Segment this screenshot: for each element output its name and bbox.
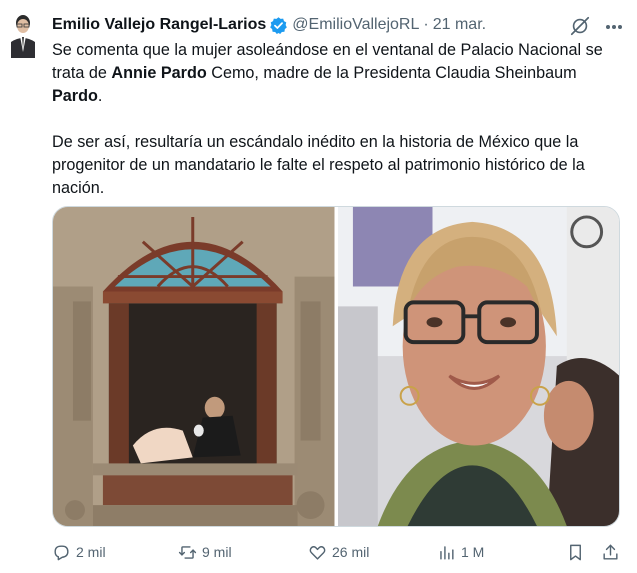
tweet-header: Emilio Vallejo Rangel-Larios @EmilioVall… [52,14,486,36]
repost-count: 9 mil [202,544,232,560]
views-button[interactable]: 1 M [437,540,484,564]
text-segment: Cemo, madre de la Presidenta Claudia She… [206,64,577,82]
verified-badge-icon[interactable] [269,16,288,35]
tweet-text: Se comenta que la mujer asoleándose en e… [52,39,627,200]
repost-icon [178,545,197,559]
views-icon [440,545,454,560]
reply-button[interactable]: 2 mil [52,540,106,564]
like-button[interactable]: 26 mil [308,540,369,564]
grok-icon[interactable] [569,15,591,37]
bold-name: Annie Pardo [111,64,207,82]
separator-dot: · [423,16,429,33]
dot-icon [612,25,616,29]
author-handle[interactable]: @EmilioVallejoRL [292,16,419,34]
reply-icon [54,544,69,560]
tweet-paragraph-1: Se comenta que la mujer asoleándose en e… [52,39,627,108]
tweet-paragraph-2: De ser así, resultaría un escándalo inéd… [52,133,585,197]
photo-window-woman[interactable] [53,207,335,526]
bookmark-icon [570,544,581,560]
tweet-media [52,206,620,527]
like-count: 26 mil [332,544,370,560]
views-count: 1 M [461,544,485,560]
author-name[interactable]: Emilio Vallejo Rangel-Larios [52,16,266,34]
dot-icon [606,25,610,29]
tweet-actions: 2 mil 9 mil 26 mil 1 M [52,540,622,564]
author-avatar[interactable] [8,12,38,58]
dot-icon [618,25,622,29]
share-icon [603,544,618,560]
like-icon [309,545,326,560]
reply-count: 2 mil [76,544,106,560]
tweet-date[interactable]: 21 mar. [433,16,486,34]
bookmark-button[interactable] [566,540,585,564]
share-button[interactable] [601,540,620,564]
photo-portrait-woman[interactable] [337,207,619,526]
repost-button[interactable]: 9 mil [178,540,232,564]
bold-name: Pardo [52,87,98,105]
more-options-icon[interactable] [603,16,625,38]
text-segment: . [97,87,103,105]
